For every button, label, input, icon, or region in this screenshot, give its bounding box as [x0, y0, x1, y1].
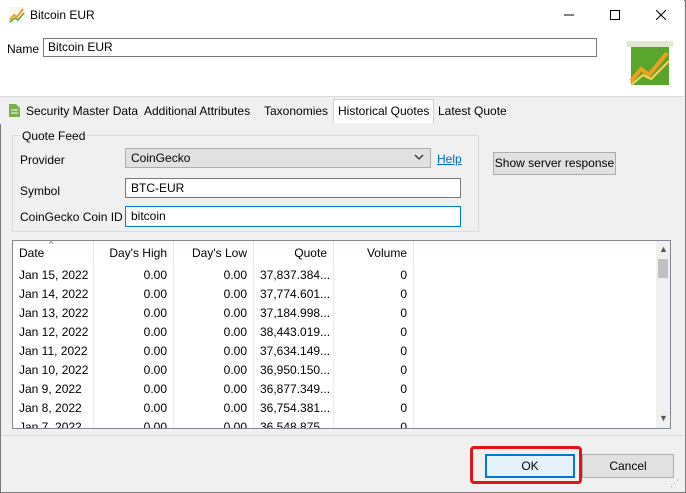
table-cell: 0.00: [94, 399, 174, 418]
table-row[interactable]: Jan 8, 2022 0.00 0.00 36,754.381... 0: [13, 399, 655, 418]
tab-historical-quotes[interactable]: Historical Quotes: [333, 99, 435, 124]
table-cell: Jan 9, 2022: [13, 380, 94, 399]
maximize-button[interactable]: [592, 0, 638, 30]
column-header-high[interactable]: Day's High: [94, 241, 174, 266]
scroll-down-icon[interactable]: ▼: [659, 413, 668, 423]
table-cell: 37,634.149...: [254, 342, 334, 361]
bitcoin-chart-icon: [9, 7, 25, 23]
table-cell: 0.00: [174, 342, 254, 361]
chevron-down-icon[interactable]: [413, 151, 425, 163]
quote-feed-title: Quote Feed: [20, 129, 88, 143]
maximize-icon: [610, 10, 620, 20]
tab-security-master-data[interactable]: Security Master Data: [22, 100, 142, 122]
close-button[interactable]: [638, 0, 684, 30]
window-title: Bitcoin EUR: [30, 8, 95, 22]
table-cell: 0.00: [174, 399, 254, 418]
tab-taxonomies[interactable]: Taxonomies: [260, 100, 332, 122]
table-row[interactable]: Jan 14, 2022 0.00 0.00 37,774.601... 0: [13, 285, 655, 304]
provider-label: Provider: [20, 153, 65, 167]
table-cell: 0.00: [174, 323, 254, 342]
cancel-button[interactable]: Cancel: [582, 454, 674, 478]
table-row[interactable]: Jan 15, 2022 0.00 0.00 37,837.384... 0: [13, 266, 655, 285]
table-cell: 0.00: [94, 304, 174, 323]
close-icon: [656, 10, 666, 20]
table-cell: Jan 14, 2022: [13, 285, 94, 304]
table-cell: 36,950.150...: [254, 361, 334, 380]
table-cell: 0.00: [174, 304, 254, 323]
table-cell: 36,877.349...: [254, 380, 334, 399]
table-cell: 36,754.381...: [254, 399, 334, 418]
table-row[interactable]: Jan 10, 2022 0.00 0.00 36,950.150... 0: [13, 361, 655, 380]
table-cell: 0: [334, 323, 414, 342]
table-cell: 0: [334, 361, 414, 380]
table-header: Date ^ Day's High Day's Low Quote Volume: [13, 241, 655, 266]
table-cell: Jan 12, 2022: [13, 323, 94, 342]
table-cell: 37,837.384...: [254, 266, 334, 285]
column-header-volume[interactable]: Volume: [334, 241, 414, 266]
table-cell: 0: [334, 342, 414, 361]
table-cell: 0.00: [174, 361, 254, 380]
quotes-table: Date ^ Day's High Day's Low Quote Volume…: [12, 240, 671, 429]
table-cell: 0: [334, 399, 414, 418]
table-cell: 0.00: [94, 418, 174, 428]
table-cell: 38,443.019...: [254, 323, 334, 342]
table-cell: Jan 11, 2022: [13, 342, 94, 361]
ok-button[interactable]: OK: [485, 454, 575, 478]
document-icon: [9, 104, 20, 117]
table-cell: 0.00: [94, 342, 174, 361]
table-cell: 0.00: [174, 266, 254, 285]
security-chart-logo: [627, 41, 673, 89]
table-cell: 0: [334, 304, 414, 323]
table-cell: 0: [334, 285, 414, 304]
sort-ascending-icon: ^: [49, 240, 54, 249]
column-header-date[interactable]: Date: [13, 241, 94, 266]
table-cell: 0.00: [94, 323, 174, 342]
minimize-icon: [564, 14, 574, 16]
table-cell: 0.00: [94, 380, 174, 399]
symbol-input[interactable]: BTC-EUR: [125, 178, 461, 198]
resize-grip-icon[interactable]: ⋰: [670, 478, 679, 489]
column-header-quote[interactable]: Quote: [254, 241, 334, 266]
table-cell: 0.00: [174, 380, 254, 399]
table-cell: 0.00: [174, 285, 254, 304]
vertical-scrollbar[interactable]: ▲ ▼: [656, 241, 670, 428]
table-cell: Jan 13, 2022: [13, 304, 94, 323]
table-cell: 0.00: [94, 266, 174, 285]
help-link[interactable]: Help: [437, 152, 462, 166]
table-cell: 37,774.601...: [254, 285, 334, 304]
table-cell: 0: [334, 380, 414, 399]
table-cell: 37,184.998...: [254, 304, 334, 323]
table-cell: Jan 10, 2022: [13, 361, 94, 380]
table-cell: 0.00: [94, 361, 174, 380]
table-cell: 36,548.875...: [254, 418, 334, 428]
tab-latest-quote[interactable]: Latest Quote: [434, 100, 511, 122]
scroll-thumb[interactable]: [658, 259, 668, 278]
coin-id-label: CoinGecko Coin ID: [20, 210, 123, 224]
symbol-label: Symbol: [20, 184, 61, 198]
table-cell: Jan 7, 2022: [13, 418, 94, 428]
table-row[interactable]: Jan 9, 2022 0.00 0.00 36,877.349... 0: [13, 380, 655, 399]
name-label: Name: [7, 42, 40, 56]
provider-value: CoinGecko: [131, 151, 191, 165]
table-cell: 0: [334, 418, 414, 428]
column-header-low[interactable]: Day's Low: [174, 241, 254, 266]
table-cell: 0.00: [94, 285, 174, 304]
table-cell: 0: [334, 266, 414, 285]
name-input[interactable]: Bitcoin EUR: [43, 38, 597, 57]
coin-id-input[interactable]: bitcoin: [125, 206, 461, 227]
scroll-up-icon[interactable]: ▲: [659, 244, 668, 254]
minimize-button[interactable]: [546, 0, 592, 30]
tab-additional-attributes[interactable]: Additional Attributes: [140, 100, 254, 122]
table-row[interactable]: Jan 12, 2022 0.00 0.00 38,443.019... 0: [13, 323, 655, 342]
table-row[interactable]: Jan 7, 2022 0.00 0.00 36,548.875... 0: [13, 418, 655, 428]
provider-select[interactable]: CoinGecko: [125, 148, 431, 168]
table-row[interactable]: Jan 11, 2022 0.00 0.00 37,634.149... 0: [13, 342, 655, 361]
table-cell: 0.00: [174, 418, 254, 428]
show-server-response-button[interactable]: Show server response: [493, 152, 616, 175]
table-cell: Jan 15, 2022: [13, 266, 94, 285]
table-cell: Jan 8, 2022: [13, 399, 94, 418]
table-row[interactable]: Jan 13, 2022 0.00 0.00 37,184.998... 0: [13, 304, 655, 323]
